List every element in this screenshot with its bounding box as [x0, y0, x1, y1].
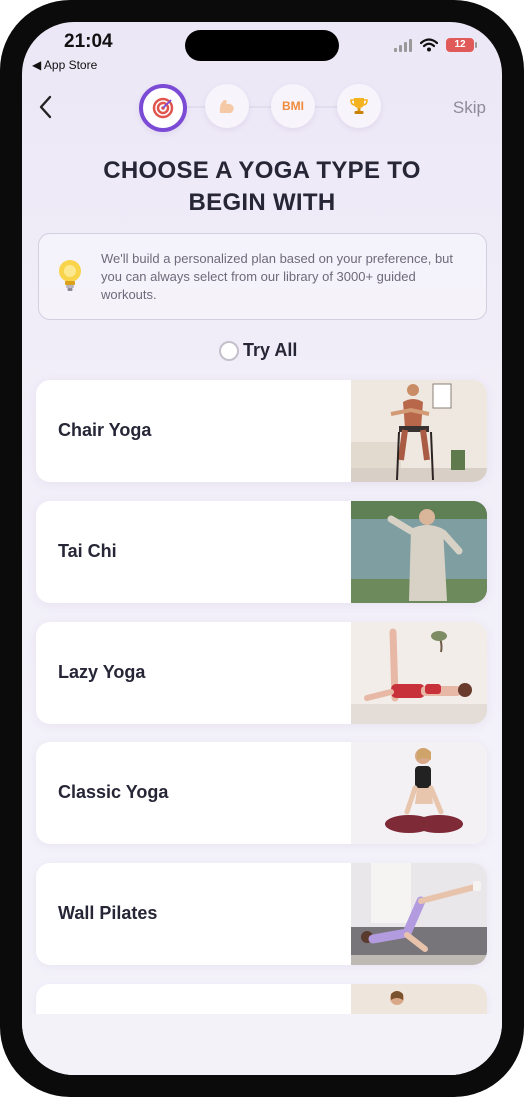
bmi-label: BMI [282, 99, 304, 113]
back-arrow-icon[interactable] [36, 94, 56, 120]
try-all-label: Try All [243, 340, 298, 360]
wall-pilates-image [351, 863, 487, 965]
classic-yoga-image [351, 742, 487, 844]
signal-icon [394, 38, 412, 52]
page-title: CHOOSE A YOGA TYPE TO BEGIN WITH [62, 155, 462, 219]
app-screen: 21:04 ◀ App Store 12 BMI Skip CHOOSE A Y… [22, 22, 502, 1075]
back-to-app-store-link[interactable]: ◀ App Store [32, 58, 97, 72]
lightbulb-icon [59, 260, 81, 291]
info-text: We'll build a personalized plan based on… [101, 251, 454, 302]
target-icon [152, 97, 174, 119]
progress-line [179, 106, 339, 108]
status-time: 21:04 [64, 31, 113, 52]
chair-yoga-image [351, 380, 487, 482]
lazy-yoga-image [351, 622, 487, 724]
step-body [205, 84, 249, 128]
bottom-area [22, 1014, 502, 1075]
option-card-classic-yoga[interactable]: Classic Yoga [36, 742, 487, 844]
option-card-tai-chi[interactable]: Tai Chi [36, 501, 487, 603]
title-line-2: BEGIN WITH [188, 189, 336, 216]
option-label: Lazy Yoga [58, 662, 146, 682]
option-label: Wall Pilates [58, 903, 158, 923]
battery-icon: 12 [446, 38, 477, 52]
step-bmi: BMI [271, 84, 315, 128]
option-label: Chair Yoga [58, 420, 152, 440]
phone-frame: 21:04 ◀ App Store 12 BMI Skip CHOOSE A Y… [0, 0, 524, 1097]
trophy-icon [350, 98, 368, 114]
try-all-radio[interactable] [219, 340, 239, 361]
option-card-wall-pilates[interactable]: Wall Pilates [36, 863, 487, 965]
option-card-chair-yoga[interactable]: Chair Yoga [36, 380, 487, 482]
tai-chi-image [351, 501, 487, 603]
muscle-icon [219, 100, 234, 113]
step-goal [139, 84, 187, 132]
status-icons: 12 [394, 38, 477, 52]
dynamic-island [185, 30, 339, 61]
title-line-1: CHOOSE A YOGA TYPE TO [103, 157, 421, 184]
progress-steps: BMI [139, 84, 381, 132]
option-card-lazy-yoga[interactable]: Lazy Yoga [36, 622, 487, 724]
try-all-option[interactable]: Try All [219, 340, 297, 361]
skip-button[interactable]: Skip [453, 98, 486, 118]
wifi-icon [420, 38, 438, 52]
step-result [337, 84, 381, 128]
option-label: Tai Chi [58, 541, 117, 561]
option-label: Classic Yoga [58, 782, 169, 802]
info-box: We'll build a personalized plan based on… [38, 233, 487, 320]
